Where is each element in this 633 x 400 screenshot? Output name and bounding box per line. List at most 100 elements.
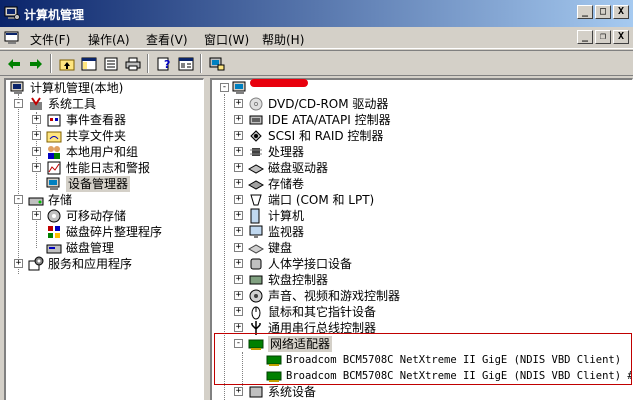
back-arrow-icon	[8, 58, 20, 69]
svg-text:?: ?	[164, 58, 170, 71]
expand-toggle[interactable]: +	[234, 99, 243, 108]
defragmenter-icon	[48, 226, 60, 238]
expand-toggle[interactable]: +	[234, 227, 243, 236]
tree-item-removable-storage[interactable]: + 可移动存储	[6, 208, 203, 224]
collapse-toggle[interactable]: -	[14, 99, 23, 108]
tree-item-local-users-groups[interactable]: + 本地用户和组	[6, 144, 203, 160]
expand-toggle[interactable]: +	[234, 179, 243, 188]
system-tools-icon	[30, 97, 42, 110]
tree-item-services-applications[interactable]: + 服务和应用程序	[6, 256, 203, 272]
redacted-hostname	[250, 79, 308, 87]
expand-toggle[interactable]: +	[234, 147, 243, 156]
keyboard-icon	[248, 244, 264, 254]
storage-volume-icon	[248, 180, 264, 190]
expand-toggle[interactable]: +	[14, 259, 23, 268]
computer-management-icon	[10, 81, 24, 94]
users-icon	[48, 146, 60, 159]
mdi-document-icon	[4, 31, 19, 44]
expand-toggle[interactable]: +	[234, 163, 243, 172]
expand-toggle[interactable]: +	[234, 275, 243, 284]
tree-item-storage[interactable]: - 存储	[6, 192, 203, 208]
mdi-restore-button[interactable]: ❐	[595, 30, 611, 44]
export-list-button[interactable]	[101, 54, 121, 73]
help-icon: ?	[157, 57, 170, 71]
expand-toggle[interactable]: +	[32, 163, 41, 172]
services-icon	[28, 256, 44, 271]
print-button[interactable]	[123, 54, 143, 73]
scan-hardware-button[interactable]	[207, 54, 227, 73]
expand-toggle[interactable]: +	[234, 259, 243, 268]
removable-storage-icon	[47, 209, 61, 223]
hid-icon	[250, 258, 262, 270]
device-manager-icon	[46, 177, 60, 190]
tree-item-shared-folders[interactable]: + 共享文件夹	[6, 128, 203, 144]
expand-toggle[interactable]: +	[234, 211, 243, 220]
tree-item-performance-logs[interactable]: + 性能日志和警报	[6, 160, 203, 176]
system-device-icon	[249, 386, 263, 398]
scsi-controller-icon	[250, 130, 262, 142]
computer-management-icon	[4, 6, 20, 20]
menu-view[interactable]: 查看(V)	[146, 31, 188, 48]
tree-item-device-manager[interactable]: 设备管理器	[6, 176, 203, 192]
menu-window[interactable]: 窗口(W)	[204, 31, 249, 48]
expand-toggle[interactable]: +	[234, 243, 243, 252]
expand-toggle[interactable]: +	[32, 211, 41, 220]
tree-item-disk-management[interactable]: 磁盘管理	[6, 240, 203, 256]
mouse-icon	[251, 306, 261, 320]
tree-view-icon	[81, 57, 97, 70]
mdi-minimize-button[interactable]: _	[577, 30, 593, 44]
tree-item-disk-defragmenter[interactable]: 磁盘碎片整理程序	[6, 224, 203, 240]
expand-toggle[interactable]: +	[32, 131, 41, 140]
expand-toggle[interactable]: +	[32, 147, 41, 156]
printer-icon	[125, 57, 141, 70]
expand-toggle[interactable]: +	[32, 115, 41, 124]
expand-toggle[interactable]: +	[234, 307, 243, 316]
maximize-button[interactable]: □	[595, 5, 611, 19]
tree-root-label: 计算机管理(本地)	[30, 81, 124, 95]
menu-action[interactable]: 操作(A)	[88, 31, 130, 48]
close-button[interactable]: X	[613, 5, 629, 19]
toolbar: ?	[0, 50, 633, 76]
show-hide-tree-button[interactable]	[79, 54, 99, 73]
console-tree-pane[interactable]: 计算机管理(本地) - 系统工具 + 事件查看器 + 共享文件夹 + 本地用户和…	[4, 78, 204, 400]
forward-button[interactable]	[26, 54, 46, 73]
properties-icon	[178, 57, 194, 70]
title-bar: 计算机管理 _ □ X	[0, 0, 633, 27]
expand-toggle[interactable]: +	[234, 291, 243, 300]
back-button[interactable]	[4, 54, 24, 73]
disk-drive-icon	[248, 164, 264, 174]
forward-arrow-icon	[30, 58, 42, 69]
shared-folder-icon	[46, 131, 62, 143]
list-icon	[104, 57, 118, 70]
mdi-close-button[interactable]: X	[613, 30, 629, 44]
tree-root-computer-management[interactable]: 计算机管理(本地)	[6, 80, 203, 96]
monitor-icon	[249, 225, 263, 238]
help-button[interactable]: ?	[154, 54, 174, 73]
expand-toggle[interactable]: +	[234, 387, 243, 396]
minimize-button[interactable]: _	[577, 5, 593, 19]
speaker-icon	[249, 289, 263, 303]
expand-toggle[interactable]: +	[234, 131, 243, 140]
tree-item-event-viewer[interactable]: + 事件查看器	[6, 112, 203, 128]
tree-item-system-tools[interactable]: - 系统工具	[6, 96, 203, 112]
dvd-drive-icon	[249, 97, 263, 111]
event-viewer-icon	[47, 114, 61, 127]
properties-button[interactable]	[176, 54, 196, 73]
up-level-button[interactable]	[57, 54, 77, 73]
highlight-box	[214, 333, 632, 385]
expand-toggle[interactable]: +	[234, 195, 243, 204]
disk-management-icon	[46, 244, 62, 254]
computer-icon	[232, 81, 246, 94]
window-title: 计算机管理	[24, 8, 85, 22]
collapse-toggle[interactable]: -	[220, 83, 229, 92]
menu-file[interactable]: 文件(F)	[30, 31, 70, 48]
performance-logs-icon	[47, 161, 61, 175]
port-icon	[250, 194, 262, 206]
ide-controller-icon	[249, 115, 263, 125]
scan-hardware-icon	[209, 57, 225, 70]
menu-help[interactable]: 帮助(H)	[262, 31, 304, 48]
expand-toggle[interactable]: +	[234, 323, 243, 332]
collapse-toggle[interactable]: -	[14, 195, 23, 204]
storage-icon	[28, 197, 44, 206]
expand-toggle[interactable]: +	[234, 115, 243, 124]
